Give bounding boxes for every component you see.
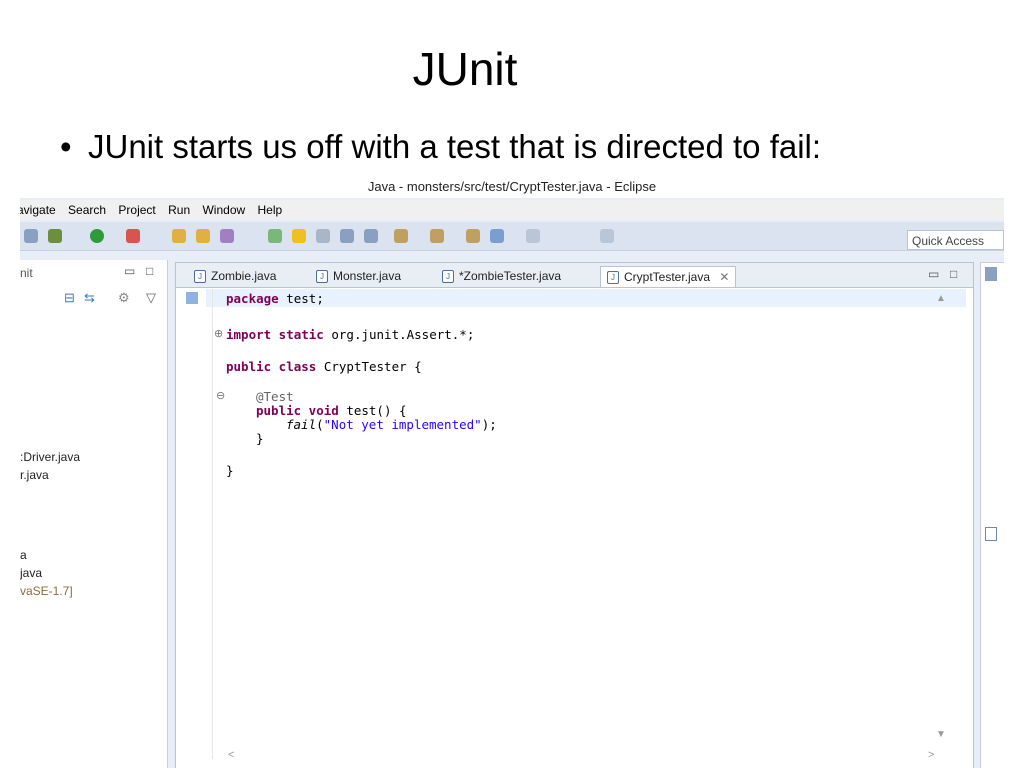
eclipse-window: Java - monsters/src/test/CryptTester.jav… <box>20 178 1004 768</box>
code-line: public class CryptTester { <box>226 359 422 374</box>
code-line: @Test <box>256 389 294 404</box>
window-title: Java - monsters/src/test/CryptTester.jav… <box>20 178 1004 198</box>
collapse-all-icon[interactable]: ⊟ <box>64 290 75 306</box>
menu-search[interactable]: Search <box>68 200 106 220</box>
forward-icon[interactable] <box>526 229 540 243</box>
code-line: fail("Not yet implemented"); <box>286 417 497 432</box>
code-line: public void test() { <box>256 403 407 418</box>
menu-bar: avigate Search Project Run Window Help <box>20 200 1004 220</box>
block-selection-icon[interactable] <box>340 229 354 243</box>
scroll-left-icon[interactable]: < <box>228 749 234 761</box>
code-editor: J Zombie.java J Monster.java J *ZombieTeste… <box>175 262 974 768</box>
editor-tabs: J Zombie.java J Monster.java J *ZombieTeste… <box>176 263 973 288</box>
code-area[interactable]: package test; import static org.junit.As… <box>226 291 497 478</box>
scroll-right-icon[interactable]: > <box>928 749 934 761</box>
java-file-icon: J <box>194 270 206 284</box>
code-line: import static org.junit.Assert.*; <box>226 327 475 342</box>
java-file-icon: J <box>442 270 454 284</box>
scroll-down-icon[interactable]: ▼ <box>936 729 946 740</box>
java-file-icon: J <box>316 270 328 284</box>
slide-title: JUnit <box>412 43 518 95</box>
tab-crypttester-java[interactable]: J CryptTester.java ✕ <box>600 266 737 287</box>
debug-icon[interactable] <box>48 229 62 243</box>
run-icon[interactable] <box>90 229 104 243</box>
tab-zombie-java[interactable]: J Zombie.java <box>194 266 276 286</box>
tree-item[interactable]: vaSE-1.7] <box>20 584 73 598</box>
menu-help[interactable]: Help <box>258 200 283 220</box>
quick-access-field[interactable]: Quick Access <box>907 230 1004 250</box>
maximize-icon[interactable]: □ <box>950 267 957 281</box>
pin-icon[interactable] <box>600 229 614 243</box>
tree-item[interactable]: a <box>20 548 27 562</box>
code-line: } <box>256 431 264 446</box>
toggle-icon[interactable] <box>316 229 330 243</box>
bullet-dot: • <box>60 128 72 165</box>
code-line: package test; <box>226 291 324 306</box>
tree-item[interactable]: :Driver.java <box>20 450 80 464</box>
scroll-up-icon[interactable]: ▲ <box>936 293 946 304</box>
link-editor-icon[interactable]: ⇆ <box>84 290 95 306</box>
package-explorer-panel: nit ▭ □ ⊟ ⇆ ⚙ ▽ :Driver.java r.java a ja… <box>20 260 168 768</box>
java-file-icon: J <box>607 271 619 285</box>
outline-icon[interactable] <box>985 527 997 541</box>
link-icon[interactable] <box>24 229 38 243</box>
prev-annotation-icon[interactable] <box>430 229 444 243</box>
tab-label: Zombie.java <box>211 269 277 283</box>
gutter-divider <box>212 289 213 759</box>
outline-panel <box>980 262 1004 768</box>
minimize-icon[interactable]: ▭ <box>124 264 135 278</box>
menu-window[interactable]: Window <box>202 200 245 220</box>
panel-title: nit <box>20 266 33 280</box>
search-icon[interactable] <box>268 229 282 243</box>
expand-icon[interactable]: ⊕ <box>214 327 223 340</box>
last-edit-icon[interactable] <box>466 229 480 243</box>
filter-icon[interactable]: ⚙ <box>118 290 130 306</box>
wand-icon[interactable] <box>220 229 234 243</box>
bullet-text: JUnit starts us off with a test that is … <box>88 128 822 165</box>
open-project-icon[interactable] <box>196 229 210 243</box>
menu-project[interactable]: Project <box>118 200 155 220</box>
mark-occurrences-icon[interactable] <box>292 229 306 243</box>
tab-zombietester-java[interactable]: J *ZombieTester.java <box>442 266 561 286</box>
task-list-icon[interactable] <box>985 267 997 281</box>
collapse-icon[interactable]: ⊖ <box>216 389 225 402</box>
main-toolbar <box>20 222 1004 251</box>
coverage-icon[interactable] <box>126 229 140 243</box>
tab-label: CryptTester.java <box>624 270 711 284</box>
tree-item[interactable]: java <box>20 566 42 580</box>
menu-run[interactable]: Run <box>168 200 190 220</box>
tab-monster-java[interactable]: J Monster.java <box>316 266 401 286</box>
slide-bullet: • JUnit starts us off with a test that is… <box>60 128 821 166</box>
bookmark-marker-icon <box>186 292 198 304</box>
view-menu-icon[interactable]: ▽ <box>146 290 156 306</box>
tab-label: Monster.java <box>333 269 402 283</box>
tree-item[interactable]: r.java <box>20 468 49 482</box>
open-folder-icon[interactable] <box>172 229 186 243</box>
next-annotation-icon[interactable] <box>394 229 408 243</box>
minimize-icon[interactable]: ▭ <box>928 267 939 281</box>
close-icon[interactable]: ✕ <box>719 270 729 284</box>
menu-navigate[interactable]: avigate <box>20 200 56 220</box>
tab-label: *ZombieTester.java <box>459 269 562 283</box>
code-line: } <box>226 463 234 478</box>
maximize-icon[interactable]: □ <box>146 264 153 278</box>
show-whitespace-icon[interactable] <box>364 229 378 243</box>
back-icon[interactable] <box>490 229 504 243</box>
